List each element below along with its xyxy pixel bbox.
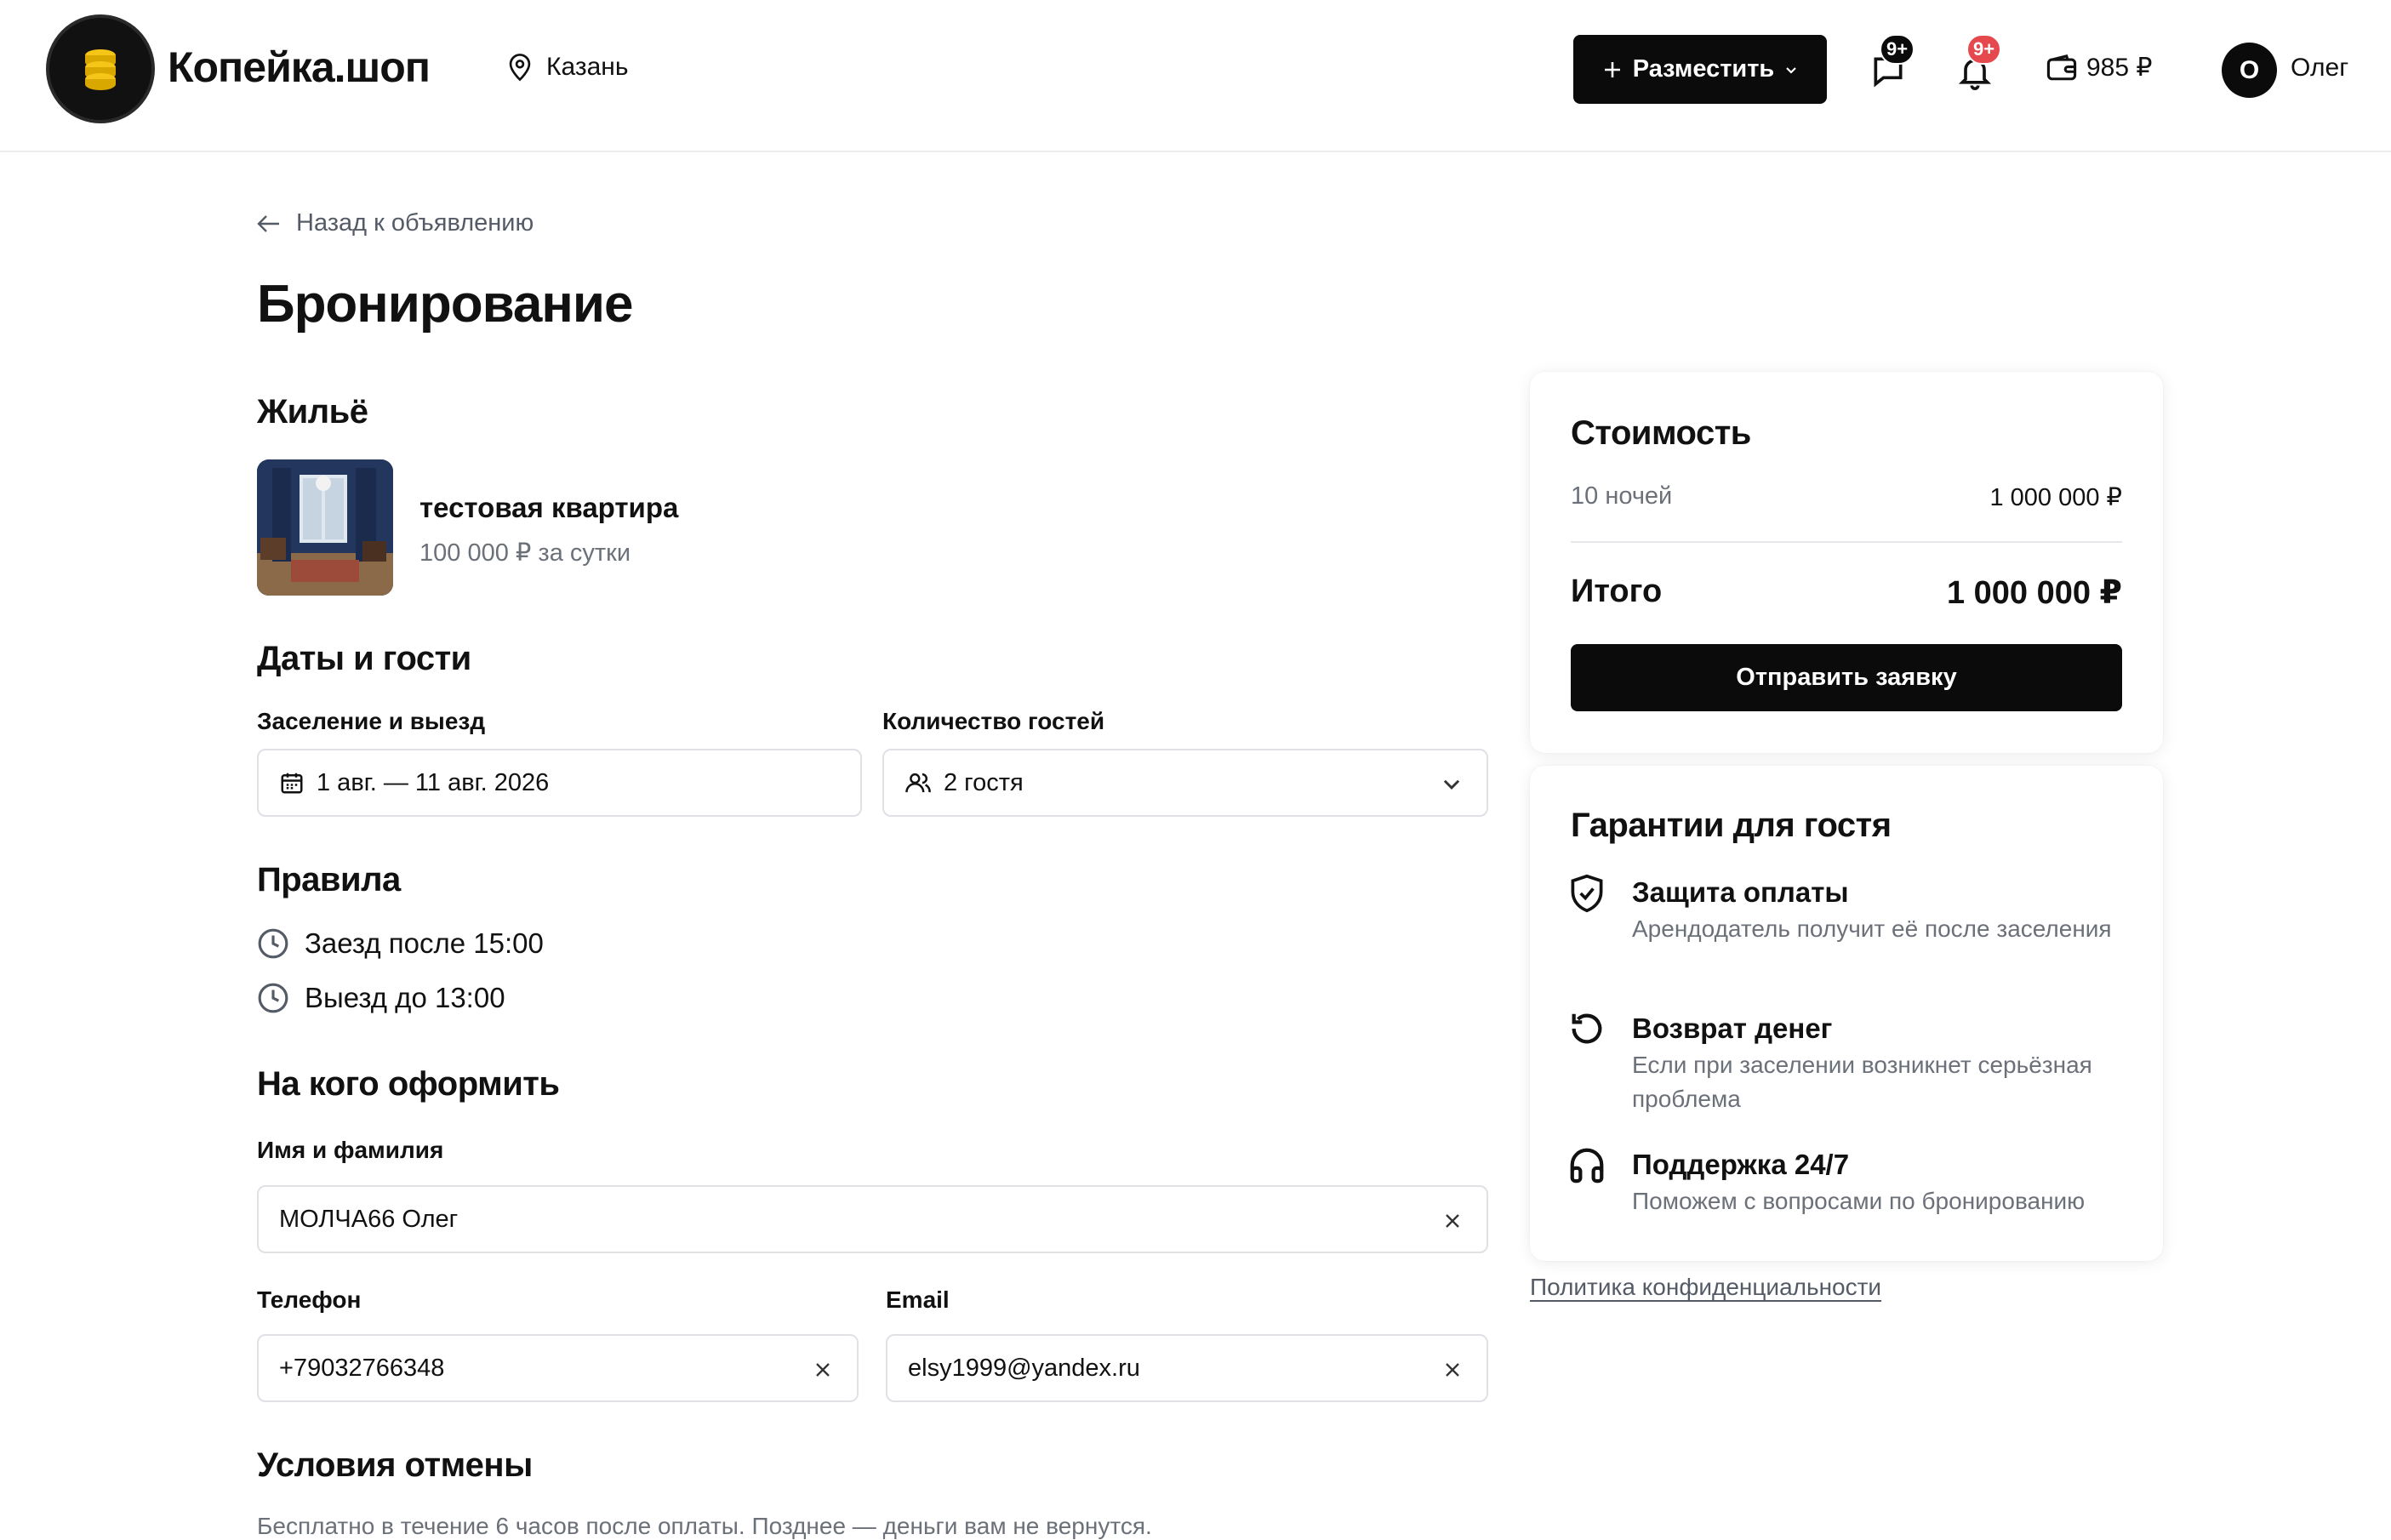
section-title-listing: Жильё (257, 393, 368, 431)
listing-price: 100 000 ₽ за сутки (419, 539, 631, 567)
rule-checkin: Заезд после 15:00 (257, 927, 544, 960)
nights-label: 10 ночей (1571, 482, 1673, 510)
user-avatar[interactable]: О (2222, 43, 2277, 98)
guarantee-desc: Поможем с вопросами по бронированию (1632, 1188, 2086, 1214)
clear-icon[interactable] (1441, 1358, 1464, 1382)
users-icon (905, 773, 931, 793)
chevron-down-icon (1443, 779, 1460, 790)
listing-title[interactable]: тестовая квартира (419, 492, 678, 524)
rule-text: Выезд до 13:00 (305, 982, 505, 1013)
guests-value: 2 гостя (944, 768, 1024, 796)
brand-name[interactable]: Копейка.шоп (168, 43, 431, 92)
city-selector[interactable]: Казань (507, 53, 628, 82)
shield-check-icon (1571, 874, 1603, 913)
calendar-icon (281, 773, 303, 794)
name-input[interactable]: МОЛЧА66 Олег (257, 1185, 1488, 1253)
logo-coins-icon[interactable] (46, 14, 155, 123)
post-button-label: Разместить (1632, 55, 1775, 83)
phone-label: Телефон (257, 1286, 362, 1313)
wallet-icon (2046, 54, 2077, 80)
cost-title: Стоимость (1571, 414, 1751, 452)
nights-amount: 1 000 000 ₽ (1989, 484, 2122, 511)
rule-checkout: Выезд до 13:00 (257, 982, 505, 1014)
dates-value: 1 авг. — 11 авг. 2026 (317, 768, 550, 796)
dates-label: Заселение и выезд (257, 708, 486, 734)
top-header: Копейка.шоп Казань Разместить 9+ 9+ 985 … (0, 0, 2391, 152)
user-name[interactable]: Олег (2291, 54, 2348, 83)
guarantee-title: Поддержка 24/7 (1632, 1149, 1850, 1180)
email-input[interactable]: elsy1999@yandex.ru (886, 1334, 1488, 1402)
cost-card: Стоимость 10 ночей 1 000 000 ₽ Итого 1 0… (1530, 372, 2163, 753)
clock-icon (258, 983, 288, 1013)
listing-thumbnail[interactable] (257, 459, 393, 596)
rule-text: Заезд после 15:00 (305, 927, 544, 959)
submit-request-button[interactable]: Отправить заявку (1571, 644, 2122, 711)
nights-row: 10 ночей 1 000 000 ₽ (1571, 482, 2122, 512)
refresh-icon (1572, 1013, 1602, 1044)
city-name: Казань (546, 53, 629, 81)
guarantee-desc: Арендодатель получит её после заселения (1632, 915, 2112, 942)
name-label: Имя и фамилия (257, 1137, 444, 1163)
clear-icon[interactable] (1441, 1209, 1464, 1233)
page-title: Бронирование (257, 275, 633, 334)
guests-label: Количество гостей (882, 708, 1105, 734)
wallet-balance: 985 ₽ (2086, 54, 2153, 82)
section-title-rules: Правила (257, 861, 401, 898)
guarantee-title: Возврат денег (1632, 1012, 1833, 1044)
guarantees-title: Гарантии для гостя (1571, 807, 1892, 844)
guests-select[interactable]: 2 гостя (882, 749, 1488, 817)
cancellation-text: Бесплатно в течение 6 часов после оплаты… (257, 1513, 1152, 1539)
email-label: Email (886, 1286, 950, 1313)
headphones-icon (1570, 1148, 1604, 1184)
email-value: elsy1999@yandex.ru (908, 1354, 1140, 1382)
guarantees-card: Гарантии для гостя Защита оплаты Арендод… (1530, 766, 2163, 1261)
total-amount: 1 000 000 ₽ (1946, 575, 2122, 611)
wallet-button[interactable]: 985 ₽ (2046, 53, 2152, 83)
guarantee-desc: Если при заселении возникнет серьёзная п… (1632, 1052, 2092, 1112)
plus-icon (1604, 61, 1620, 77)
location-pin-icon (509, 54, 531, 82)
messages-badge: 9+ (1880, 34, 1915, 65)
clear-icon[interactable] (811, 1358, 835, 1382)
chevron-down-icon (1786, 66, 1797, 74)
divider (1571, 541, 2122, 543)
notifications-badge: 9+ (1966, 34, 2002, 65)
post-listing-button[interactable]: Разместить (1573, 35, 1827, 104)
section-title-dates-guests: Даты и гости (257, 640, 471, 677)
section-title-cancellation: Условия отмены (257, 1446, 533, 1484)
notifications-button[interactable]: 9+ (1951, 34, 2002, 95)
messages-button[interactable]: 9+ (1864, 34, 1915, 95)
dates-field[interactable]: 1 авг. — 11 авг. 2026 (257, 749, 862, 817)
phone-input[interactable]: +79032766348 (257, 1334, 859, 1402)
phone-value: +79032766348 (279, 1354, 445, 1382)
back-link-label: Назад к объявлению (296, 209, 534, 237)
total-row: Итого 1 000 000 ₽ (1571, 573, 2122, 612)
total-label: Итого (1571, 573, 1663, 609)
name-value: МОЛЧА66 Олег (279, 1205, 459, 1233)
back-to-listing-link[interactable]: Назад к объявлению (257, 209, 534, 237)
privacy-policy-link[interactable]: Политика конфиденциальности (1530, 1274, 1881, 1301)
guarantee-title: Защита оплаты (1632, 876, 1849, 908)
section-title-booker: На кого оформить (257, 1065, 560, 1103)
clock-icon (258, 928, 288, 959)
arrow-left-icon (257, 214, 279, 232)
